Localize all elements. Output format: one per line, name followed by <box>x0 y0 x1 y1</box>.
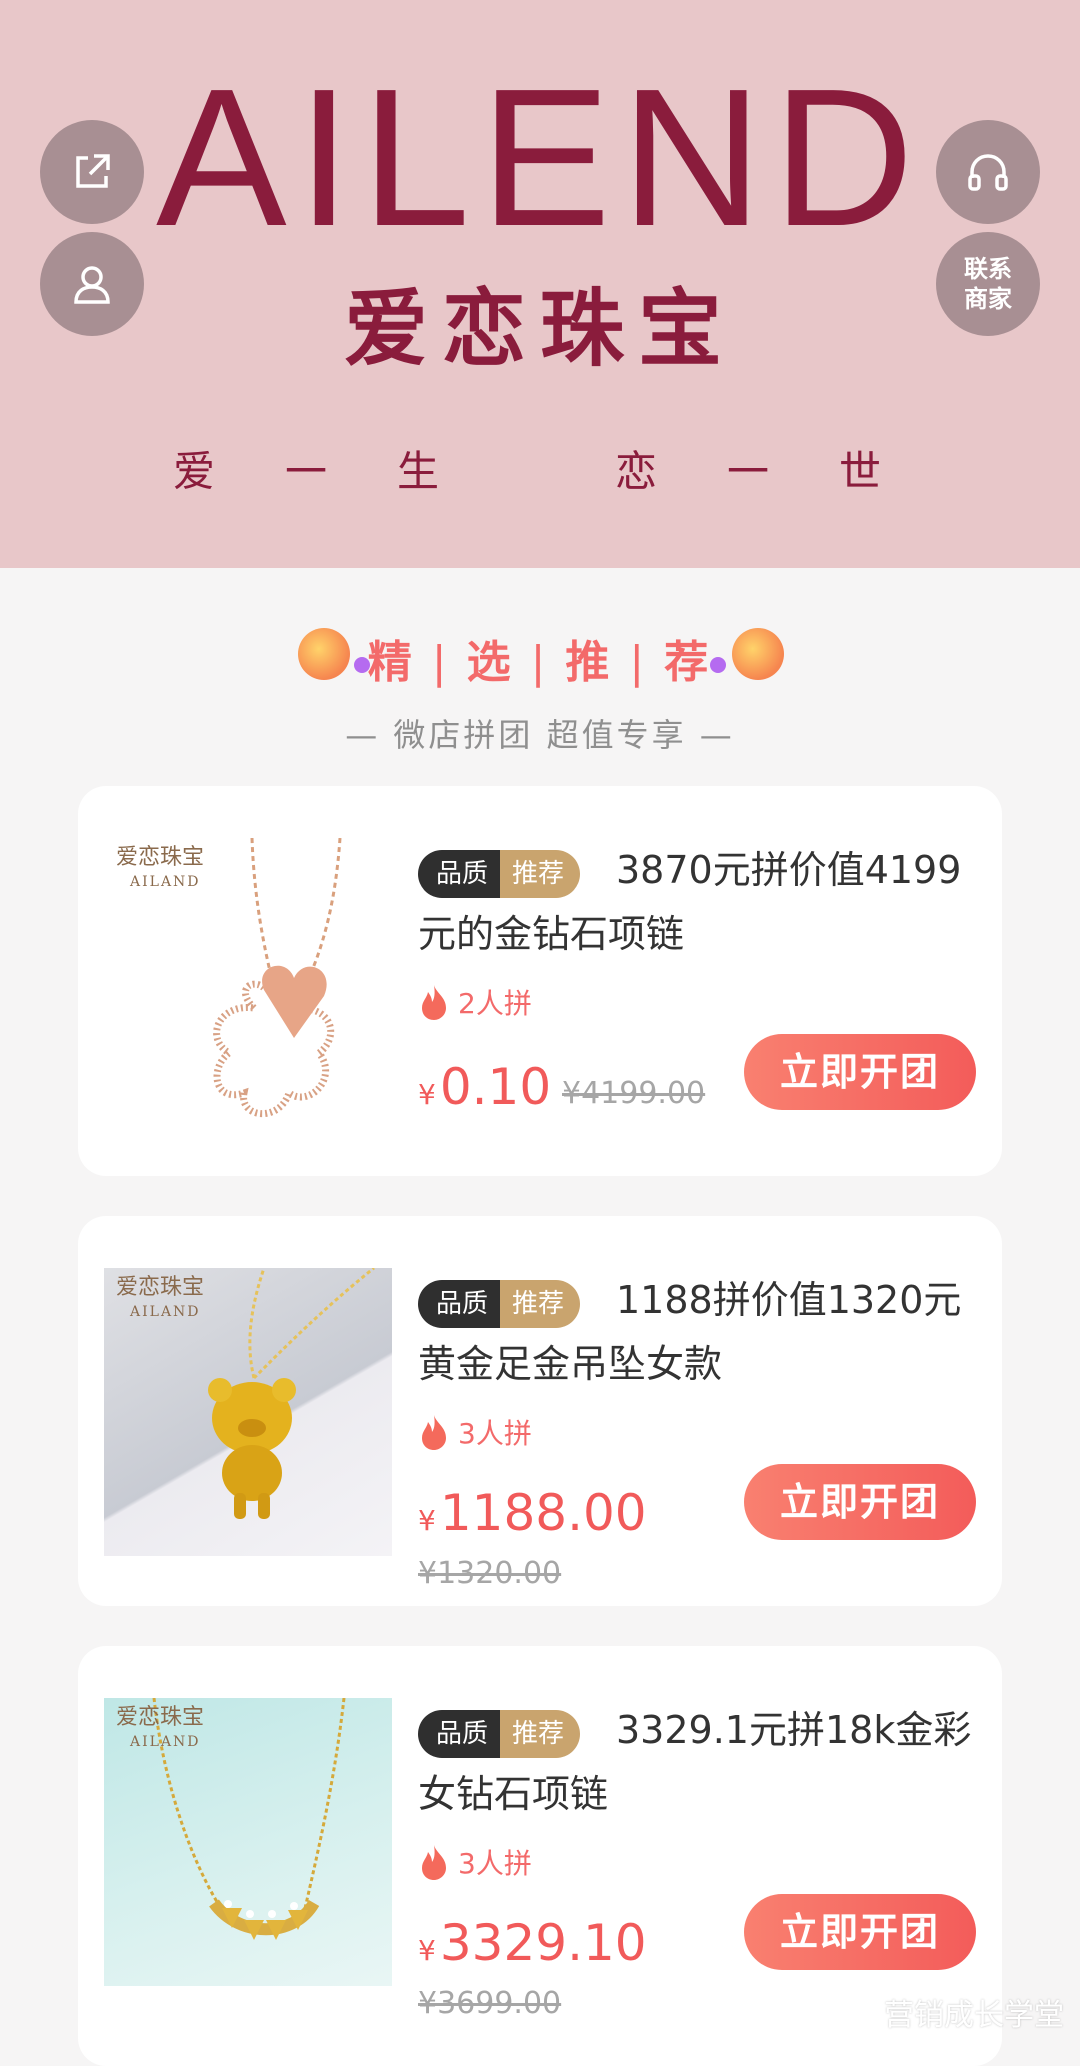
group-size-label: 3人拼 <box>458 1417 532 1450</box>
group-size: 3人拼 <box>418 1842 532 1882</box>
start-group-button[interactable]: 立即开团 <box>744 1894 976 1970</box>
customer-service-button[interactable] <box>936 120 1040 224</box>
product-card[interactable]: 爱恋珠宝 AILAND 品质 推荐 1188拼价值1320元黄金足金吊坠女款 3人拼… <box>78 1216 1002 1606</box>
section-subtitle: — 微店拼团 超值专享 — <box>345 716 735 754</box>
group-price-value: 1188.00 <box>439 1484 647 1542</box>
thumb-brand-logo: 爱恋珠宝 AILAND <box>116 1705 205 1751</box>
original-price: ¥1320.00 <box>418 1556 562 1591</box>
separator: | <box>530 637 550 688</box>
separator: | <box>629 637 649 688</box>
share-icon <box>76 154 110 188</box>
brand-logo-cn: 爱恋珠宝 <box>343 279 736 378</box>
product-title[interactable]: 1188拼价值1320元黄金足金吊坠女款 <box>418 1268 978 1396</box>
group-price: ¥0.10 <box>418 1058 552 1116</box>
profile-button[interactable] <box>40 232 144 336</box>
thumb-brand-logo: 爱恋珠宝 AILAND <box>116 845 205 891</box>
contact-merchant-button[interactable]: 联系商家 <box>936 232 1040 336</box>
fire-icon <box>422 1415 446 1450</box>
slogan-char: 一 <box>284 447 327 496</box>
separator: | <box>431 637 451 688</box>
product-card[interactable]: 爱恋珠宝 AILAND 品质 推荐 3870元拼价值4199元的金钻石项链 2人拼 … <box>78 786 1002 1176</box>
group-price-value: 0.10 <box>439 1058 552 1116</box>
slogan-char: 生 <box>396 447 439 496</box>
section-title-char: 荐 <box>664 637 713 688</box>
group-price: ¥3329.10 <box>418 1914 647 1972</box>
watermark: 营销成长学堂 <box>834 1990 1064 2034</box>
fire-icon <box>422 1845 446 1880</box>
contact-merchant-label: 联系商家 <box>964 255 1012 313</box>
product-image[interactable]: 爱恋珠宝 AILAND <box>104 838 392 1126</box>
group-price: ¥1188.00 <box>418 1484 647 1542</box>
slogan-char: 一 <box>726 447 769 496</box>
group-size-label: 2人拼 <box>458 987 532 1020</box>
group-size: 2人拼 <box>418 982 532 1022</box>
slogan-char: 世 <box>838 447 881 496</box>
slogan-left: 爱一生 <box>138 438 474 499</box>
group-price-value: 3329.10 <box>439 1914 647 1972</box>
wechat-icon <box>834 1995 877 2028</box>
section-title-char: 精 <box>367 637 416 688</box>
product-image[interactable]: 爱恋珠宝 AILAND <box>104 1268 392 1556</box>
original-price: ¥3699.00 <box>418 1986 562 2021</box>
product-title[interactable]: 3329.1元拼18k金彩女钻石项链 <box>418 1698 978 1826</box>
group-size: 3人拼 <box>418 1412 532 1452</box>
original-price: ¥4199.00 <box>562 1076 706 1111</box>
slogan-char: 恋 <box>614 447 657 496</box>
watermark-text: 营销成长学堂 <box>884 1998 1064 2033</box>
section-title-char: 推 <box>565 637 614 688</box>
product-image[interactable]: 爱恋珠宝 AILAND <box>104 1698 392 1986</box>
user-icon <box>74 266 110 304</box>
slogan-right: 恋一世 <box>580 438 916 499</box>
share-button[interactable] <box>40 120 144 224</box>
brand-logo-en: AILEND <box>155 48 924 267</box>
start-group-button[interactable]: 立即开团 <box>744 1464 976 1540</box>
section-title-char: 选 <box>466 637 515 688</box>
section-title: 精 | 选 | 推 | 荐 <box>0 626 1080 690</box>
product-title[interactable]: 3870元拼价值4199元的金钻石项链 <box>418 838 978 966</box>
thumb-brand-logo: 爱恋珠宝 AILAND <box>116 1275 205 1321</box>
slogan-char: 爱 <box>172 447 215 496</box>
fire-icon <box>422 985 446 1020</box>
start-group-button[interactable]: 立即开团 <box>744 1034 976 1110</box>
headphones-icon <box>968 154 1008 191</box>
group-size-label: 3人拼 <box>458 1847 532 1880</box>
brand-banner: AILEND 爱恋珠宝 爱 一 生 恋 一 世 联系商家 <box>0 0 1080 568</box>
